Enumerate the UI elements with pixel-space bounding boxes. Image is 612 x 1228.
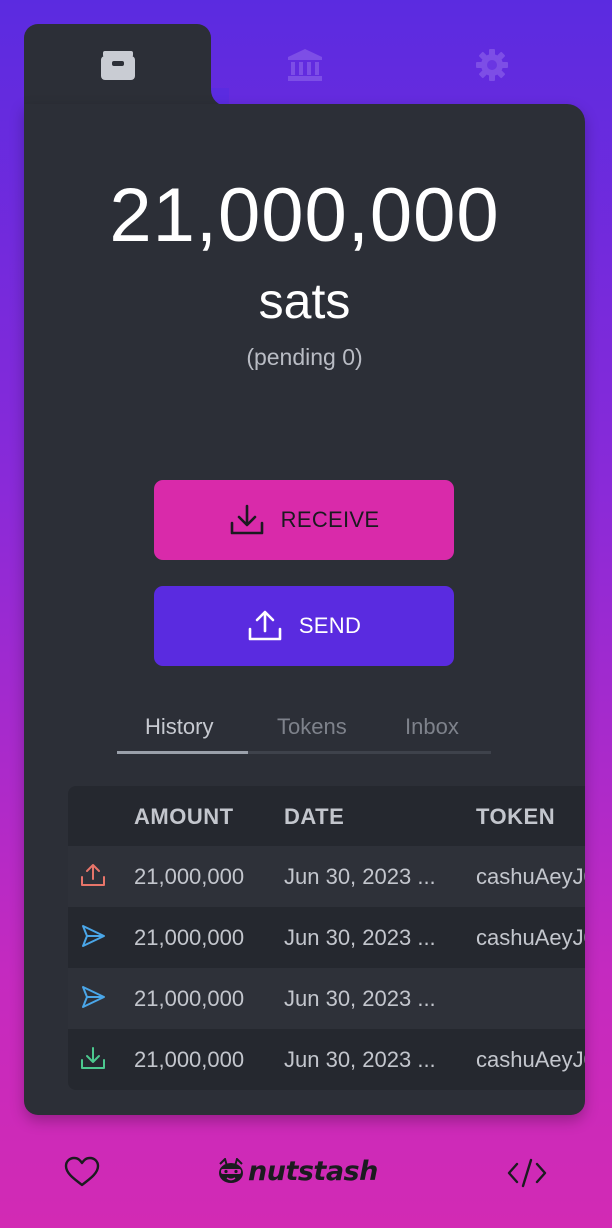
row-token[interactable]: cashuAeyJ0b2tl — [476, 925, 585, 951]
squirrel-mascot-icon — [219, 1157, 243, 1183]
table-header: AMOUNT DATE TOKEN — [68, 786, 585, 846]
row-date: Jun 30, 2023 ... — [284, 864, 436, 889]
row-amount: 21,000,000 — [134, 986, 245, 1011]
receive-label: RECEIVE — [280, 507, 380, 532]
table-row[interactable]: 21,000,000 Jun 30, 2023 ... — [68, 968, 585, 1029]
table-row[interactable]: 21,000,000 Jun 30, 2023 ... cashuAeyJ0b2… — [68, 846, 585, 907]
table-row[interactable]: 21,000,000 Jun 30, 2023 ... cashuAeyJ0b2… — [68, 1029, 585, 1090]
nutstash-logo[interactable]: nutstash — [216, 1156, 378, 1187]
row-date: Jun 30, 2023 ... — [284, 925, 436, 950]
active-tab-indicator — [117, 751, 248, 754]
paper-plane-icon — [82, 925, 105, 947]
balance-unit: sats — [258, 273, 351, 329]
column-token: TOKEN — [476, 804, 556, 829]
paper-plane-icon — [82, 986, 105, 1008]
row-token[interactable]: cashuAeyJ0b2tl — [476, 1047, 585, 1073]
wallet-panel: 21,000,000 sats (pending 0) RECEIVE SEND… — [24, 104, 585, 1115]
table-row[interactable]: 21,000,000 Jun 30, 2023 ... cashuAeyJ0b2… — [68, 907, 585, 968]
history-table: AMOUNT DATE TOKEN 21,000,000 Jun 30, 202… — [68, 786, 585, 1090]
upload-icon — [81, 864, 105, 886]
send-label: SEND — [298, 613, 362, 638]
column-amount: AMOUNT — [134, 804, 234, 829]
row-date: Jun 30, 2023 ... — [284, 1047, 436, 1072]
tab-mint[interactable] — [211, 24, 398, 106]
receive-button[interactable]: RECEIVE — [154, 480, 454, 560]
footer: nutstash — [0, 1140, 612, 1204]
tab-settings[interactable] — [398, 24, 585, 106]
tab-inbox[interactable]: Inbox — [405, 714, 459, 740]
send-button[interactable]: SEND — [154, 586, 454, 666]
row-amount: 21,000,000 — [134, 925, 245, 950]
tab-tokens[interactable]: Tokens — [277, 714, 347, 740]
download-icon — [81, 1047, 105, 1069]
row-amount: 21,000,000 — [134, 864, 245, 889]
balance-amount: 21,000,000 — [109, 173, 500, 258]
upload-icon — [248, 610, 282, 641]
history-tabs: History Tokens Inbox — [117, 706, 491, 754]
heart-icon[interactable] — [64, 1156, 100, 1188]
row-token[interactable]: cashuAeyJ0b2tl — [476, 864, 585, 890]
wallet-icon — [100, 51, 135, 80]
logo-text: nutstash — [248, 1156, 378, 1187]
download-icon — [230, 504, 263, 535]
tab-history[interactable]: History — [145, 714, 213, 740]
bank-icon — [287, 49, 322, 81]
column-date: DATE — [284, 804, 345, 829]
row-date: Jun 30, 2023 ... — [284, 986, 436, 1011]
pending-balance: (pending 0) — [246, 344, 363, 370]
gear-icon — [475, 49, 508, 81]
code-icon[interactable] — [507, 1158, 547, 1188]
row-amount: 21,000,000 — [134, 1047, 245, 1072]
